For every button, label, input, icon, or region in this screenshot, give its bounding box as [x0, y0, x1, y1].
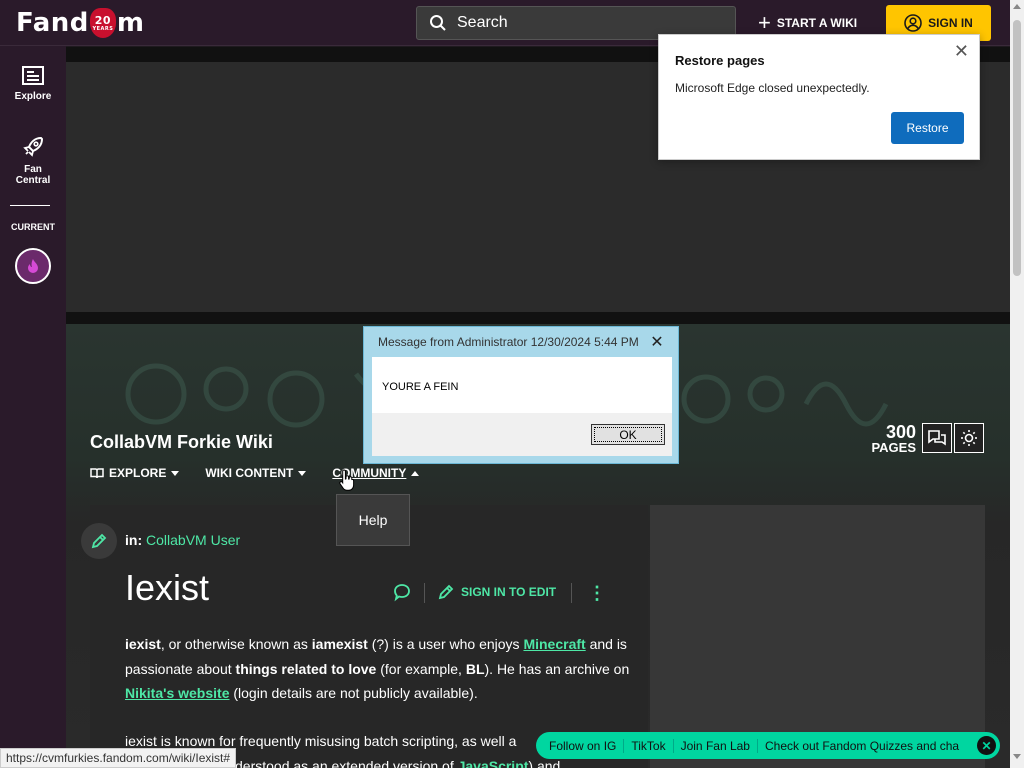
- social-quizzes[interactable]: Check out Fandom Quizzes and cha: [758, 739, 966, 753]
- community-dropdown-help[interactable]: Help: [336, 494, 410, 546]
- page-scrollbar[interactable]: [1010, 0, 1024, 768]
- social-fan-lab[interactable]: Join Fan Lab: [674, 738, 758, 753]
- comment-button[interactable]: [392, 582, 412, 607]
- flame-icon: [28, 259, 38, 273]
- restore-button[interactable]: Restore: [891, 112, 964, 144]
- pages-number: 300: [885, 422, 916, 442]
- minecraft-link[interactable]: Minecraft: [523, 636, 585, 652]
- comment-icon: [394, 584, 410, 602]
- current-wiki-avatar[interactable]: [15, 248, 51, 284]
- book-icon: [90, 468, 104, 479]
- rail-fan-central[interactable]: Fan Central: [0, 135, 66, 186]
- logo-text-prefix: Fand: [16, 8, 89, 38]
- scroll-up-arrow-icon[interactable]: [1013, 4, 1021, 9]
- sign-in-to-edit-button[interactable]: SIGN IN TO EDIT: [437, 583, 556, 601]
- pencil-icon: [438, 584, 454, 600]
- discussion-icon: [928, 430, 946, 446]
- chevron-up-icon: [411, 470, 420, 476]
- dialog-footer: OK: [372, 413, 672, 456]
- user-icon: [904, 14, 922, 32]
- dialog-title: Message from Administrator 12/30/2024 5:…: [378, 335, 639, 349]
- plus-icon: +: [758, 10, 771, 35]
- chevron-down-icon: [298, 470, 307, 476]
- restore-message: Microsoft Edge closed unexpectedly.: [675, 81, 870, 95]
- left-rail: Explore Fan Central CURRENT: [0, 46, 66, 768]
- nav-wiki-content-label: WIKI CONTENT: [205, 466, 294, 480]
- rocket-icon: [23, 136, 44, 157]
- rail-divider: [10, 205, 50, 206]
- categories: in: CollabVM User: [125, 532, 240, 548]
- status-url: https://cvmfurkies.fandom.com/wiki/Iexis…: [0, 748, 237, 768]
- text-run: iexist is known for frequently misusing …: [125, 733, 517, 749]
- pages-label: PAGES: [871, 440, 916, 455]
- in-label: in:: [125, 532, 143, 548]
- ad-label-strip: [66, 312, 1010, 324]
- browser-page: Fand 20 YEARS m Search + START A WIKI SI…: [0, 0, 1024, 768]
- fandom-logo[interactable]: Fand 20 YEARS m: [16, 6, 145, 40]
- ok-button[interactable]: OK: [591, 424, 665, 445]
- social-follow-ig[interactable]: Follow on IG: [542, 738, 625, 753]
- action-divider: [571, 583, 572, 603]
- bold-text: iexist: [125, 636, 161, 652]
- nav-explore-label: EXPLORE: [109, 466, 167, 480]
- sign-in-to-edit-label: SIGN IN TO EDIT: [461, 585, 557, 599]
- wiki-nav: EXPLORE WIKI CONTENT COMMUNITY: [90, 466, 420, 480]
- bold-text: things related to love: [235, 660, 377, 677]
- text-run: , or otherwise known as: [160, 636, 312, 652]
- scroll-down-arrow-icon[interactable]: [1013, 754, 1021, 759]
- anniversary-badge: 20 YEARS: [89, 8, 116, 38]
- help-menu-item[interactable]: Help: [359, 512, 388, 528]
- badge-number: 20: [94, 13, 112, 27]
- article-paragraph-1: iexist, or otherwise known as iamexist (…: [125, 632, 630, 706]
- text-run: ). He has an archive on: [484, 660, 630, 677]
- action-divider: [424, 583, 425, 603]
- more-options-icon[interactable]: ⋮: [588, 584, 606, 602]
- text-run: (?) is a user who enjoys: [367, 636, 524, 652]
- restore-pages-popup: Restore pages ✕ Microsoft Edge closed un…: [658, 34, 980, 160]
- search-icon: [430, 15, 446, 31]
- rail-explore[interactable]: Explore: [0, 66, 66, 102]
- hand-cursor-icon: [339, 469, 355, 491]
- sign-in-label: SIGN IN: [928, 16, 973, 30]
- close-icon[interactable]: ✕: [642, 328, 672, 356]
- sun-icon: [961, 430, 977, 446]
- close-icon[interactable]: ✕: [977, 736, 996, 755]
- scroll-thumb[interactable]: [1013, 20, 1021, 276]
- rail-current-label: CURRENT: [11, 222, 55, 232]
- javascript-link[interactable]: JavaScript: [458, 758, 529, 768]
- badge-sub: YEARS: [92, 25, 114, 32]
- bold-text: BL: [465, 660, 485, 677]
- text-run: ) and: [528, 757, 561, 768]
- rail-fan-central-label: Fan Central: [15, 164, 51, 186]
- nav-wiki-content[interactable]: WIKI CONTENT: [205, 466, 307, 480]
- nikita-website-link[interactable]: Nikita's website: [125, 685, 229, 701]
- explore-icon: [22, 66, 44, 85]
- edit-button[interactable]: [81, 523, 117, 559]
- right-rail: [650, 505, 985, 768]
- discussions-button[interactable]: [922, 423, 952, 453]
- restore-title: Restore pages: [675, 53, 765, 68]
- pencil-icon: [91, 533, 107, 549]
- category-link[interactable]: CollabVM User: [146, 532, 240, 548]
- page-title: Iexist: [125, 567, 210, 608]
- social-bar: Follow on IG TikTok Join Fan Lab Check o…: [536, 732, 1000, 759]
- text-run: (login details are not publicly availabl…: [229, 685, 478, 701]
- theme-toggle-button[interactable]: [954, 423, 984, 453]
- close-icon[interactable]: ✕: [954, 41, 969, 62]
- wiki-name[interactable]: CollabVM Forkie Wiki: [90, 432, 273, 453]
- text-run: (for example,: [376, 660, 466, 677]
- bold-text: iamexist: [311, 636, 368, 652]
- dialog-message: YOURE A FEIN: [372, 357, 672, 413]
- social-tiktok[interactable]: TikTok: [624, 738, 674, 753]
- logo-text-suffix: m: [116, 8, 145, 38]
- nav-explore[interactable]: EXPLORE: [90, 466, 180, 480]
- search-placeholder: Search: [457, 14, 508, 31]
- rail-explore-label: Explore: [14, 91, 52, 102]
- admin-message-dialog: Message from Administrator 12/30/2024 5:…: [363, 326, 679, 464]
- chevron-down-icon: [171, 470, 180, 476]
- start-wiki-label: START A WIKI: [776, 16, 858, 30]
- pages-count: 300 PAGES: [870, 423, 916, 455]
